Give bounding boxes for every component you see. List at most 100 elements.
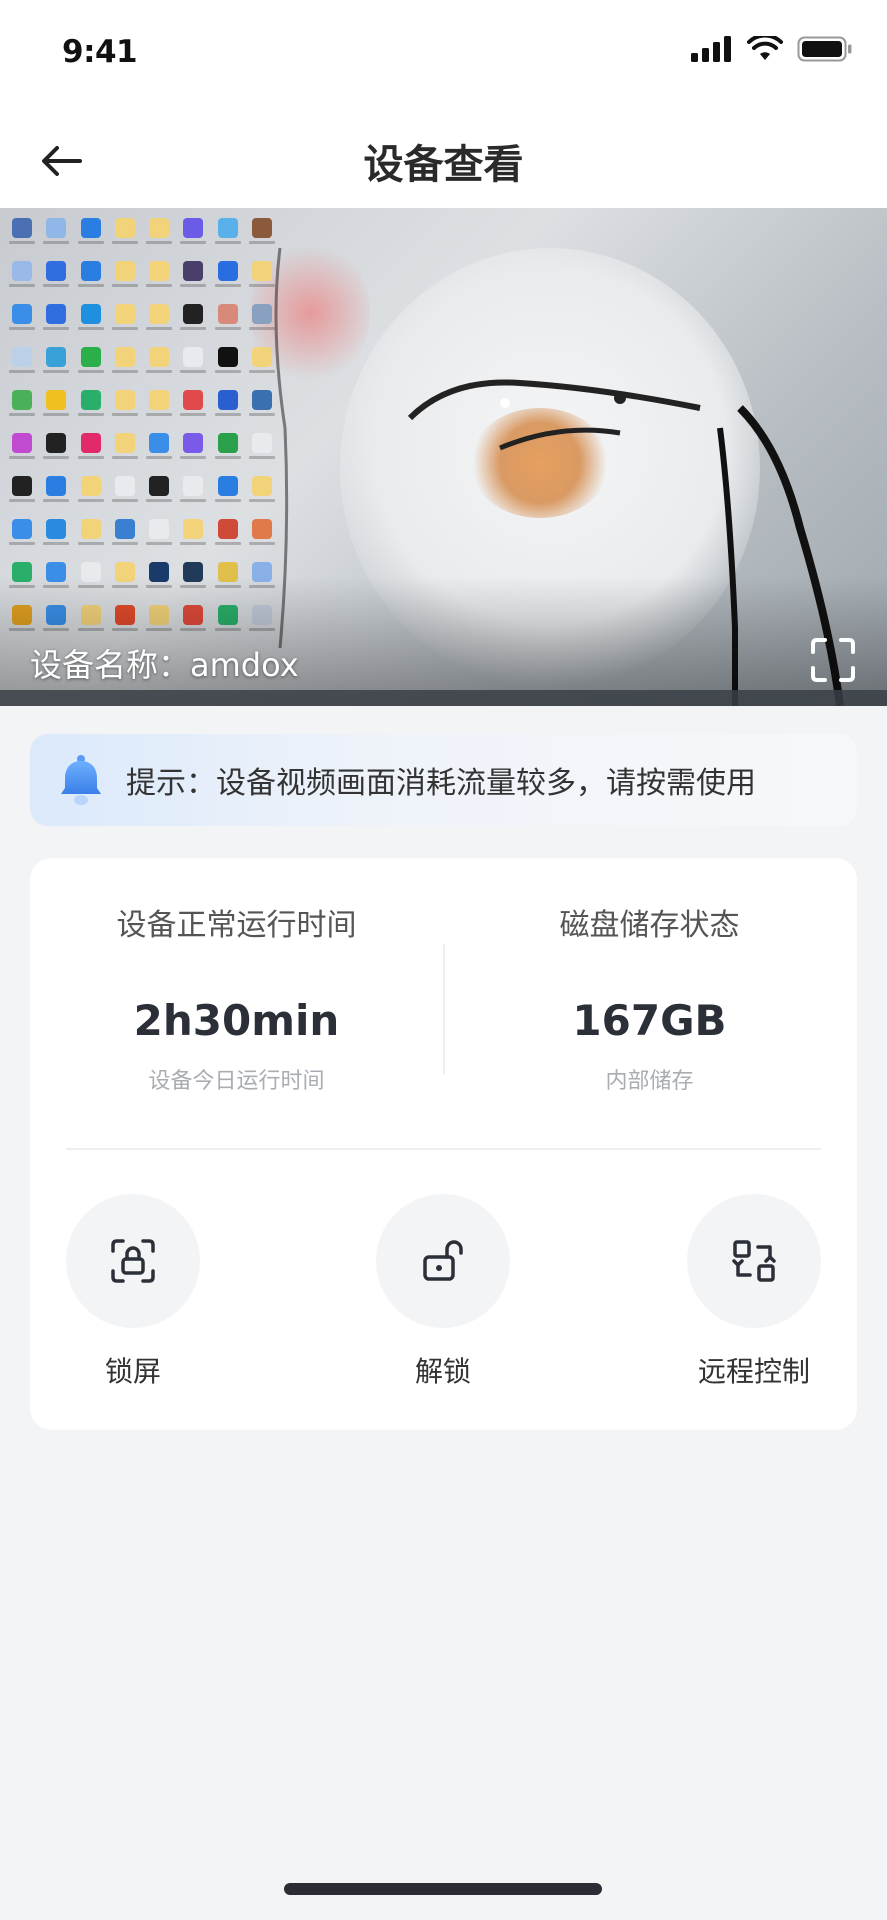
device-status-card: 设备正常运行时间 2h30min 设备今日运行时间 磁盘储存状态 167GB 内… <box>30 858 857 1430</box>
desktop-icon <box>6 515 38 558</box>
desktop-icon <box>143 472 175 515</box>
desktop-icon <box>6 343 38 386</box>
desktop-icon <box>246 515 278 558</box>
desktop-icon <box>143 429 175 472</box>
desktop-icon <box>75 429 107 472</box>
desktop-icon <box>40 343 72 386</box>
desktop-icon <box>212 429 244 472</box>
desktop-icon <box>143 343 175 386</box>
desktop-icon <box>109 343 141 386</box>
desktop-icon <box>6 472 38 515</box>
desktop-icon <box>40 386 72 429</box>
desktop-icon <box>109 300 141 343</box>
desktop-icon <box>6 300 38 343</box>
desktop-icon <box>246 343 278 386</box>
desktop-icon <box>143 515 175 558</box>
desktop-icon <box>177 472 209 515</box>
wifi-icon <box>747 36 783 60</box>
battery-icon <box>797 36 852 62</box>
remote-control-circle <box>687 1194 821 1328</box>
disk-value: 167GB <box>572 996 727 1045</box>
desktop-icon <box>143 386 175 429</box>
desktop-icon <box>75 386 107 429</box>
disk-stat: 磁盘储存状态 167GB 内部储存 <box>443 858 856 1095</box>
desktop-icon <box>109 386 141 429</box>
desktop-icon <box>75 214 107 257</box>
desktop-icon <box>246 429 278 472</box>
disk-subtitle: 内部储存 <box>605 1069 694 1094</box>
desktop-icon <box>75 343 107 386</box>
desktop-icon <box>143 257 175 300</box>
desktop-icon <box>177 214 209 257</box>
desktop-icon <box>246 300 278 343</box>
remote-control-button[interactable]: 远程控制 <box>687 1194 821 1390</box>
desktop-icon <box>75 472 107 515</box>
desktop-icon <box>246 472 278 515</box>
nav-bar: 设备查看 <box>0 110 887 208</box>
fullscreen-button[interactable] <box>809 636 857 684</box>
desktop-icon <box>212 343 244 386</box>
lock-screen-label: 锁屏 <box>104 1355 161 1388</box>
desktop-icon <box>109 429 141 472</box>
desktop-icon <box>109 472 141 515</box>
unlock-icon <box>423 1240 463 1281</box>
desktop-icon <box>212 472 244 515</box>
desktop-icon <box>40 257 72 300</box>
lock-screen-icon <box>111 1239 155 1283</box>
disk-title: 磁盘储存状态 <box>559 908 740 943</box>
section-divider <box>66 1148 821 1150</box>
desktop-icon <box>177 300 209 343</box>
notice-text: 提示：设备视频画面消耗流量较多，请按需使用 <box>126 766 756 801</box>
uptime-stat: 设备正常运行时间 2h30min 设备今日运行时间 <box>30 858 443 1095</box>
desktop-icon <box>177 429 209 472</box>
desktop-icon <box>40 300 72 343</box>
desktop-icon <box>143 300 175 343</box>
home-indicator[interactable] <box>284 1883 602 1895</box>
uptime-subtitle: 设备今日运行时间 <box>148 1069 325 1094</box>
desktop-icon <box>40 472 72 515</box>
desktop-icon <box>246 214 278 257</box>
lock-screen-button[interactable]: 锁屏 <box>66 1194 200 1390</box>
status-time: 9:41 <box>62 34 138 70</box>
desktop-icon <box>212 515 244 558</box>
desktop-icon <box>75 515 107 558</box>
desktop-icon <box>212 386 244 429</box>
remote-control-icon <box>732 1240 776 1282</box>
desktop-icon <box>177 257 209 300</box>
unlock-label: 解锁 <box>414 1355 471 1388</box>
desktop-icon <box>212 300 244 343</box>
desktop-icon <box>246 257 278 300</box>
uptime-title: 设备正常运行时间 <box>116 908 357 943</box>
traffic-notice: 提示：设备视频画面消耗流量较多，请按需使用 <box>30 734 857 826</box>
desktop-icon <box>177 515 209 558</box>
signal-icon <box>691 36 731 62</box>
desktop-icon <box>75 300 107 343</box>
lock-screen-circle <box>66 1194 200 1328</box>
page-title: 设备查看 <box>363 142 524 188</box>
desktop-icon <box>40 429 72 472</box>
desktop-icon <box>6 386 38 429</box>
desktop-icon <box>40 515 72 558</box>
desktop-icon <box>6 429 38 472</box>
desktop-icon <box>40 214 72 257</box>
desktop-icon <box>6 257 38 300</box>
remote-control-label: 远程控制 <box>697 1355 810 1388</box>
desktop-icon <box>109 515 141 558</box>
unlock-circle <box>376 1194 510 1328</box>
device-video-preview[interactable]: 设备名称：amdox <box>0 208 887 706</box>
desktop-icon <box>6 214 38 257</box>
bell-icon <box>61 755 101 805</box>
desktop-icon <box>109 257 141 300</box>
desktop-icon <box>212 257 244 300</box>
status-icons <box>691 36 853 62</box>
status-bar: 9:41 <box>0 0 887 110</box>
desktop-icon <box>109 214 141 257</box>
desktop-icon <box>177 386 209 429</box>
desktop-icon <box>143 214 175 257</box>
fullscreen-icon <box>811 638 855 682</box>
remote-taskbar <box>0 690 887 706</box>
uptime-value: 2h30min <box>133 996 340 1045</box>
device-name-label: 设备名称：amdox <box>30 646 299 684</box>
desktop-icon <box>212 214 244 257</box>
unlock-button[interactable]: 解锁 <box>376 1194 510 1390</box>
